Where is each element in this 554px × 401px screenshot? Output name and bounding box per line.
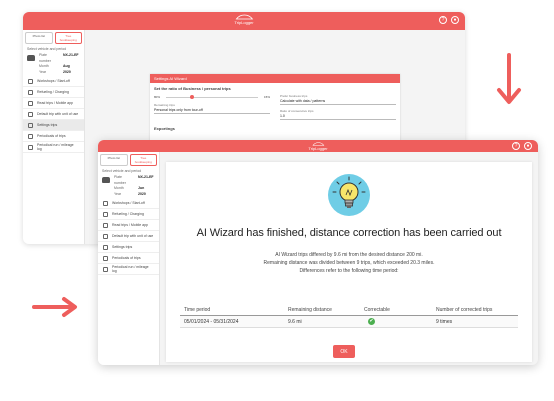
route-icon	[28, 111, 33, 117]
exportings-label: Exportings	[154, 126, 175, 131]
lightbulb-icon	[328, 174, 370, 216]
vehicle-info: Plate number NX-21-EF Month Aug Year 2020	[23, 52, 84, 76]
wrench-icon	[28, 78, 33, 84]
tab-photo-list[interactable]: Photo list	[100, 154, 128, 166]
table-header: Time period Remaining distance Correctab…	[180, 304, 518, 316]
gear-icon	[28, 122, 33, 128]
brand-logo: TripLogger	[234, 14, 254, 25]
arrow-right-icon	[32, 297, 77, 317]
business-ratio-slider[interactable]: 80% 15%	[154, 95, 270, 99]
phone-icon	[103, 222, 108, 228]
wrench-icon	[103, 200, 108, 206]
dialog-title: AI Wizard has finished, distance correct…	[196, 227, 502, 239]
card-title: Settings AI Wizard	[150, 74, 400, 83]
foreground-app-window: TripLogger ? ● Photo list Tree bookkeepi…	[98, 140, 538, 365]
sidebar-item-default-trip[interactable]: Default trip with unit of use	[98, 231, 159, 242]
prefer-business-select[interactable]: Calculate with data / patterns	[280, 98, 396, 105]
tab-photo-list[interactable]: Photo list	[25, 32, 53, 44]
select-vehicle-label: Select vehicle and period	[102, 169, 142, 173]
sidebar-item-settings-trips[interactable]: Settings trips	[98, 242, 159, 253]
corrections-table: Time period Remaining distance Correctab…	[180, 304, 518, 328]
sidebar-item-refueling[interactable]: Refueling / Charging	[98, 209, 159, 220]
section-title: Set the ratio of Business / personal tri…	[154, 86, 231, 91]
sidebar-menu: Workshops / Start-off Refueling / Chargi…	[23, 76, 84, 153]
log-icon	[103, 266, 108, 272]
table-row: 05/01/2024 - 05/31/2024 9.6 mi ✔ 9 times	[180, 316, 518, 328]
tab-tree-bookkeeping[interactable]: Tree bookkeeping	[54, 32, 82, 44]
ok-button[interactable]: OK	[333, 345, 355, 358]
sidebar-item-periodicals[interactable]: Periodicals of trips	[98, 253, 159, 264]
car-icon	[27, 55, 35, 61]
top-bar: TripLogger ? ●	[98, 140, 538, 152]
tab-tree-bookkeeping[interactable]: Tree bookkeeping	[129, 154, 157, 166]
help-icon[interactable]: ?	[512, 142, 520, 150]
fuel-icon	[103, 211, 108, 217]
user-icon[interactable]: ●	[451, 16, 459, 24]
remaining-trips-select[interactable]: Personal trips only from tour-off	[154, 107, 270, 114]
dialog-summary: AI Wizard trips differed by 9.6 mi from …	[263, 252, 435, 274]
sidebar-item-read-trips[interactable]: Read trips / Mobile app	[98, 220, 159, 231]
sidebar: Photo list Tree bookkeeping Select vehic…	[23, 30, 85, 244]
calendar-icon	[28, 133, 33, 139]
help-icon[interactable]: ?	[439, 16, 447, 24]
sidebar-item-mileage-log[interactable]: Periodical run / mileage log	[23, 142, 84, 153]
ratio-input[interactable]: 1.0	[280, 113, 396, 120]
phone-icon	[28, 100, 33, 106]
sidebar: Photo list Tree bookkeeping Select vehic…	[98, 152, 160, 365]
fuel-icon	[28, 89, 33, 95]
sidebar-item-periodicals[interactable]: Periodicals of trips	[23, 131, 84, 142]
sidebar-item-read-trips[interactable]: Read trips / Mobile app	[23, 98, 84, 109]
sidebar-item-workshops[interactable]: Workshops / Start-off	[23, 76, 84, 87]
arrow-down-icon	[497, 53, 521, 104]
calendar-icon	[103, 255, 108, 261]
sidebar-item-mileage-log[interactable]: Periodical run / mileage log	[98, 264, 159, 275]
slider-knob[interactable]	[190, 95, 194, 99]
brand-logo: TripLogger	[308, 142, 328, 151]
sidebar-item-settings-trips[interactable]: Settings trips	[23, 120, 84, 131]
car-icon	[102, 177, 110, 183]
top-bar: TripLogger ? ●	[23, 12, 465, 30]
check-icon: ✔	[368, 318, 375, 325]
sidebar-item-refueling[interactable]: Refueling / Charging	[23, 87, 84, 98]
log-icon	[28, 144, 33, 150]
route-icon	[103, 233, 108, 239]
select-vehicle-label: Select vehicle and period	[27, 47, 67, 51]
sidebar-item-default-trip[interactable]: Default trip with unit of use	[23, 109, 84, 120]
gear-icon	[103, 244, 108, 250]
vehicle-info: Plate number NX-21-EF Month Jun Year 2020	[98, 174, 159, 198]
wizard-result-dialog: AI Wizard has finished, distance correct…	[166, 162, 532, 362]
sidebar-item-workshops[interactable]: Workshops / Start-off	[98, 198, 159, 209]
user-icon[interactable]: ●	[524, 142, 532, 150]
sidebar-menu: Workshops / Start-off Refueling / Chargi…	[98, 198, 159, 275]
